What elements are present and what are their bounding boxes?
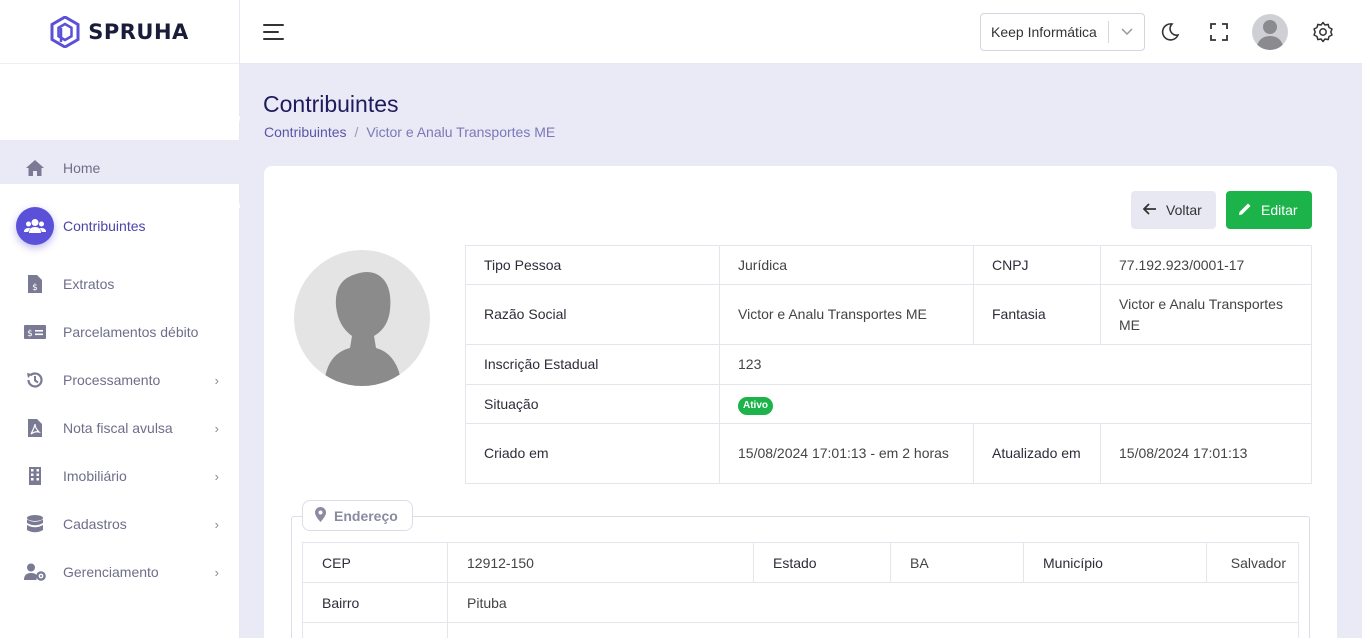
address-legend-label: Endereço bbox=[334, 507, 398, 524]
brand-logo-icon bbox=[50, 15, 80, 48]
criado-em-label: Criado em bbox=[465, 423, 720, 484]
logradouro-label: T. Logradouro bbox=[302, 622, 448, 638]
sidebar-item-label: Imobiliário bbox=[63, 468, 127, 484]
chevron-right-icon: › bbox=[214, 516, 219, 532]
status-badge: Ativo bbox=[738, 397, 773, 415]
sidebar-item-gerenciamento[interactable]: Gerenciamento › bbox=[0, 550, 239, 594]
chevron-right-icon: › bbox=[214, 420, 219, 436]
sidebar-item-processamento[interactable]: Processamento › bbox=[0, 358, 239, 402]
tipo-pessoa-value: Jurídica bbox=[719, 245, 974, 285]
home-icon bbox=[23, 156, 47, 180]
tipo-pessoa-label: Tipo Pessoa bbox=[465, 245, 720, 285]
page-title: Contribuintes bbox=[263, 91, 399, 117]
arrow-left-icon bbox=[1142, 202, 1157, 218]
map-marker-icon bbox=[315, 506, 326, 525]
company-select-value: Keep Informática bbox=[991, 24, 1097, 40]
sidebar-item-label: Parcelamentos débito bbox=[63, 324, 199, 340]
contribuinte-info-table: Tipo Pessoa Jurídica CNPJ 77.192.923/000… bbox=[465, 245, 1312, 484]
svg-text:$: $ bbox=[32, 283, 38, 293]
company-select[interactable]: Keep Informática bbox=[980, 13, 1145, 51]
history-icon bbox=[23, 368, 47, 392]
sidebar-item-imobiliario[interactable]: Imobiliário › bbox=[0, 454, 239, 498]
settings-gear-icon[interactable] bbox=[1311, 20, 1335, 44]
sidebar-item-home[interactable]: Home bbox=[0, 146, 239, 190]
address-table: CEP 12912-150 Estado BA Município Salvad… bbox=[302, 542, 1299, 638]
sidebar-item-label: Cadastros bbox=[63, 516, 127, 532]
inscricao-estadual-label: Inscrição Estadual bbox=[465, 344, 720, 385]
menu-toggle-icon[interactable] bbox=[263, 24, 284, 40]
sidebar-item-contribuintes[interactable]: Contribuintes bbox=[0, 204, 239, 248]
sidebar: SPRUHA Home Contribuintes $ Extratos $ P… bbox=[0, 0, 240, 638]
criado-em-value: 15/08/2024 17:01:13 - em 2 horas bbox=[719, 423, 974, 484]
sidebar-item-label: Nota fiscal avulsa bbox=[63, 420, 173, 436]
situacao-label: Situação bbox=[465, 384, 720, 424]
municipio-label: Município bbox=[1023, 542, 1207, 583]
breadcrumb-current: Victor e Analu Transportes ME bbox=[366, 124, 556, 140]
pencil-icon bbox=[1238, 202, 1252, 219]
sidebar-item-label: Extratos bbox=[63, 276, 115, 292]
brand[interactable]: SPRUHA bbox=[0, 0, 239, 64]
logradouro-value: AV - Avenida bbox=[447, 622, 1299, 638]
database-icon bbox=[23, 512, 47, 536]
chevron-down-icon bbox=[1108, 21, 1144, 43]
svg-text:$: $ bbox=[27, 329, 33, 339]
cep-label: CEP bbox=[302, 542, 448, 583]
cnpj-label: CNPJ bbox=[973, 245, 1101, 285]
chevron-right-icon: › bbox=[214, 468, 219, 484]
back-button[interactable]: Voltar bbox=[1131, 191, 1216, 229]
file-invoice-dollar-icon: $ bbox=[23, 272, 47, 296]
edit-button[interactable]: Editar bbox=[1226, 191, 1312, 229]
sidebar-item-cadastros[interactable]: Cadastros › bbox=[0, 502, 239, 546]
chevron-right-icon: › bbox=[214, 564, 219, 580]
estado-value: BA bbox=[890, 542, 1024, 583]
breadcrumb-root-link[interactable]: Contribuintes bbox=[264, 124, 347, 140]
sidebar-item-extratos[interactable]: $ Extratos bbox=[0, 262, 239, 306]
user-cog-icon bbox=[23, 560, 47, 584]
breadcrumb-separator: / bbox=[354, 124, 359, 140]
inscricao-estadual-value: 123 bbox=[719, 344, 1312, 385]
building-icon bbox=[23, 464, 47, 488]
razao-social-label: Razão Social bbox=[465, 284, 720, 345]
razao-social-value: Victor e Analu Transportes ME bbox=[719, 284, 974, 345]
money-bill-icon: $ bbox=[23, 320, 47, 344]
address-legend: Endereço bbox=[302, 500, 413, 531]
chevron-right-icon: › bbox=[214, 372, 219, 388]
breadcrumb: Contribuintes / Victor e Analu Transportes… bbox=[264, 124, 555, 140]
fantasia-value: Victor e Analu Transportes ME bbox=[1100, 284, 1312, 345]
brand-name: SPRUHA bbox=[88, 19, 189, 44]
edit-button-label: Editar bbox=[1261, 202, 1298, 218]
back-button-label: Voltar bbox=[1166, 202, 1202, 218]
dark-mode-moon-icon[interactable] bbox=[1158, 20, 1182, 44]
estado-label: Estado bbox=[753, 542, 891, 583]
sidebar-item-label: Processamento bbox=[63, 372, 161, 388]
sidebar-item-nota-fiscal-avulsa[interactable]: Nota fiscal avulsa › bbox=[0, 406, 239, 450]
user-avatar[interactable] bbox=[1252, 14, 1288, 50]
cep-value: 12912-150 bbox=[447, 542, 754, 583]
municipio-value: Salvador bbox=[1206, 542, 1299, 583]
atualizado-em-value: 15/08/2024 17:01:13 bbox=[1100, 423, 1312, 484]
top-header: Keep Informática bbox=[240, 0, 1362, 64]
atualizado-em-label: Atualizado em bbox=[973, 423, 1101, 484]
file-pdf-icon bbox=[23, 416, 47, 440]
contribuinte-detail-card: Voltar Editar Tipo Pessoa Jurídica CNPJ … bbox=[264, 166, 1337, 638]
fantasia-label: Fantasia bbox=[973, 284, 1101, 345]
profile-avatar bbox=[294, 250, 430, 386]
sidebar-item-label: Gerenciamento bbox=[63, 564, 159, 580]
cnpj-value: 77.192.923/0001-17 bbox=[1100, 245, 1312, 285]
users-icon bbox=[16, 207, 54, 245]
sidebar-item-parcelamentos[interactable]: $ Parcelamentos débito bbox=[0, 310, 239, 354]
bairro-value: Pituba bbox=[447, 582, 1299, 623]
sidebar-item-label: Home bbox=[63, 160, 101, 176]
sidebar-item-label: Contribuintes bbox=[63, 218, 146, 234]
bairro-label: Bairro bbox=[302, 582, 448, 623]
fullscreen-icon[interactable] bbox=[1207, 20, 1231, 44]
